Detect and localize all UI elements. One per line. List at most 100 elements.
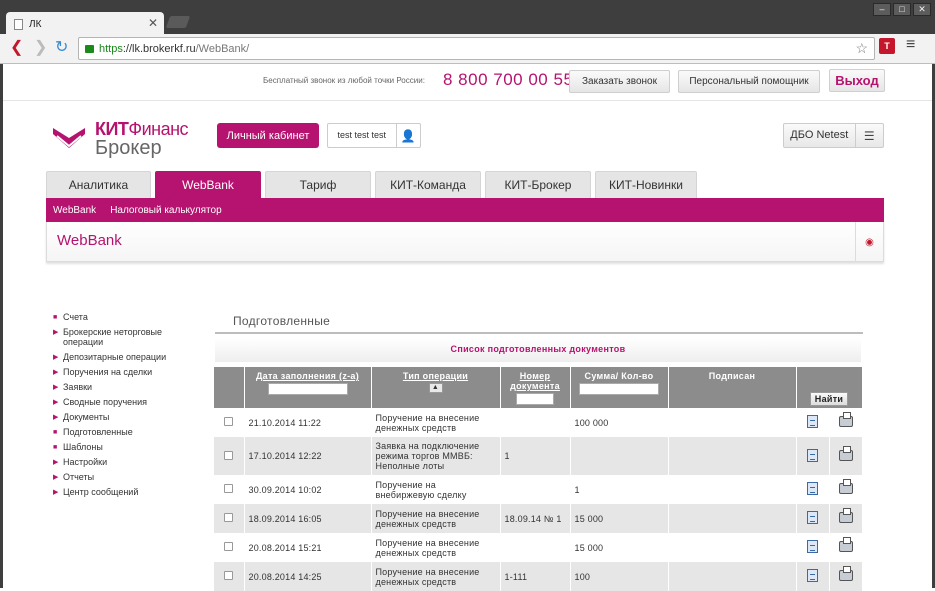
print-icon[interactable] bbox=[838, 537, 853, 552]
back-icon[interactable]: ❮ bbox=[10, 39, 23, 57]
sort-by-date-link[interactable]: Дата заполнения (z-a) bbox=[256, 371, 359, 381]
logout-button[interactable]: Выход bbox=[829, 69, 885, 92]
signed-header-label: Подписан bbox=[708, 371, 756, 381]
sidebar-item-requests[interactable]: ▶ Заявки bbox=[51, 382, 191, 392]
sidebar-item-prepared[interactable]: ■ Подготовленные bbox=[51, 427, 191, 437]
tab-webbank[interactable]: WebBank bbox=[155, 171, 261, 198]
close-window-icon[interactable]: ✕ bbox=[913, 3, 931, 16]
row-checkbox[interactable] bbox=[224, 513, 234, 522]
row-checkbox[interactable] bbox=[224, 542, 234, 551]
logo-icon bbox=[51, 124, 91, 154]
tab-tariff[interactable]: Тариф bbox=[265, 171, 371, 198]
signed-cell bbox=[668, 437, 797, 475]
browser-tab[interactable]: ЛК ✕ bbox=[6, 12, 164, 36]
user-icon[interactable]: 👤 bbox=[397, 129, 420, 143]
table-row[interactable]: 17.10.2014 12:22 Заявка на подключение ре… bbox=[214, 437, 863, 475]
user-box[interactable]: test test test 👤 bbox=[327, 123, 421, 148]
number-cell: 1-111 bbox=[500, 562, 571, 591]
sidebar-item-depository[interactable]: ▶ Депозитарные операции bbox=[51, 352, 191, 362]
print-icon[interactable] bbox=[838, 508, 853, 523]
address-bar[interactable]: https://lk.brokerkf.ru/WebBank/ ☆ bbox=[78, 37, 875, 60]
view-document-icon[interactable] bbox=[807, 482, 818, 495]
row-checkbox[interactable] bbox=[224, 571, 234, 580]
view-document-icon[interactable] bbox=[807, 415, 818, 428]
number-cell: 18.09.14 № 1 bbox=[500, 504, 571, 533]
sort-by-number-link[interactable]: Номер документа bbox=[510, 371, 560, 391]
view-cell bbox=[796, 437, 830, 475]
extension-icon[interactable]: Т bbox=[879, 38, 895, 54]
number-cell bbox=[500, 475, 571, 504]
row-checkbox[interactable] bbox=[224, 417, 234, 426]
sidebar-item-documents[interactable]: ▶ Документы bbox=[51, 412, 191, 422]
lock-icon bbox=[85, 44, 94, 53]
tab-kit-broker[interactable]: КИТ-Брокер bbox=[485, 171, 591, 198]
minimize-icon[interactable]: – bbox=[873, 3, 891, 16]
sort-by-type-link[interactable]: Тип операции bbox=[403, 371, 468, 381]
sort-ascending-icon[interactable]: ▲ bbox=[428, 383, 443, 393]
row-checkbox[interactable] bbox=[224, 484, 234, 493]
tab-analytics[interactable]: Аналитика bbox=[46, 171, 151, 198]
personal-assistant-button[interactable]: Персональный помощник bbox=[678, 70, 820, 93]
browser-menu-icon[interactable]: ≡ bbox=[906, 36, 915, 54]
view-cell bbox=[796, 475, 830, 504]
expand-arrow-icon: ▶ bbox=[53, 329, 59, 336]
close-tab-icon[interactable]: ✕ bbox=[148, 16, 158, 30]
view-document-icon[interactable] bbox=[807, 448, 818, 462]
sidebar-item-settings[interactable]: ▶ Настройки bbox=[51, 457, 191, 467]
date-cell: 18.09.2014 16:05 bbox=[244, 504, 372, 533]
expand-arrow-icon: ▶ bbox=[53, 384, 59, 391]
bookmark-star-icon[interactable]: ☆ bbox=[855, 40, 868, 57]
browser-chrome: ЛК ✕ – □ ✕ ❮ ❯ ↻ https://lk.brokerkf.ru/… bbox=[0, 0, 935, 64]
print-icon[interactable] bbox=[838, 479, 853, 494]
table-row[interactable]: 20.08.2014 15:21 Поручение на внесение де… bbox=[214, 533, 863, 562]
table-row[interactable]: 20.08.2014 14:25 Поручение на внесение де… bbox=[214, 562, 863, 591]
url-host: ://lk.brokerkf.ru bbox=[122, 42, 196, 55]
view-document-icon[interactable] bbox=[807, 511, 818, 524]
expand-arrow-icon: ▶ bbox=[53, 414, 59, 421]
sidebar-item-summary-orders[interactable]: ▶ Сводные поручения bbox=[51, 397, 191, 407]
date-filter-input[interactable] bbox=[267, 383, 348, 395]
sidebar-item-trade-orders[interactable]: ▶ Поручения на сделки bbox=[51, 367, 191, 377]
view-document-icon[interactable] bbox=[807, 540, 818, 553]
order-call-button[interactable]: Заказать звонок bbox=[569, 70, 670, 93]
select-column-header bbox=[214, 367, 245, 408]
tab-kit-news[interactable]: КИТ-Новинки bbox=[595, 171, 697, 198]
date-cell: 21.10.2014 11:22 bbox=[244, 408, 372, 437]
tab-kit-team[interactable]: КИТ-Команда bbox=[375, 171, 481, 198]
dbo-button[interactable]: ДБО Netest ☰ bbox=[783, 123, 884, 148]
signed-cell bbox=[668, 562, 797, 591]
logo[interactable]: КИТФинанс Брокер bbox=[51, 119, 189, 158]
subnav-tax-calculator[interactable]: Налоговый калькулятор bbox=[110, 205, 221, 216]
sidebar-item-message-center[interactable]: ▶ Центр сообщений bbox=[51, 487, 191, 497]
number-column-header: Номер документа bbox=[500, 367, 571, 408]
amount-filter-input[interactable] bbox=[579, 383, 659, 395]
dbo-label: ДБО Netest bbox=[784, 124, 856, 147]
table-row[interactable]: 21.10.2014 11:22 Поручение на внесение де… bbox=[214, 408, 863, 437]
print-icon[interactable] bbox=[838, 566, 853, 581]
signed-cell bbox=[668, 504, 797, 533]
sidebar-item-broker-ops[interactable]: ▶ Брокерские неторговые операции bbox=[51, 327, 191, 347]
sidebar-item-reports[interactable]: ▶ Отчеты bbox=[51, 472, 191, 482]
expand-arrow-icon: ▶ bbox=[53, 459, 59, 466]
table-row[interactable]: 30.09.2014 10:02 Поручение на внебиржевую… bbox=[214, 475, 863, 504]
view-document-icon[interactable] bbox=[807, 569, 818, 582]
print-icon[interactable] bbox=[838, 445, 853, 461]
personal-cabinet-button[interactable]: Личный кабинет bbox=[217, 123, 319, 148]
reload-icon[interactable]: ↻ bbox=[55, 39, 68, 57]
maximize-icon[interactable]: □ bbox=[893, 3, 911, 16]
subnav-webbank[interactable]: WebBank bbox=[53, 205, 96, 216]
row-checkbox[interactable] bbox=[224, 450, 234, 460]
sidebar-item-accounts[interactable]: ■ Счета bbox=[51, 312, 191, 322]
table-row[interactable]: 18.09.2014 16:05 Поручение на внесение де… bbox=[214, 504, 863, 533]
find-button[interactable]: Найти bbox=[809, 392, 849, 406]
new-tab-button[interactable] bbox=[165, 16, 191, 28]
logo-text-finans: Финанс bbox=[128, 119, 189, 139]
help-icon[interactable]: ◉ bbox=[855, 222, 883, 262]
print-icon[interactable] bbox=[838, 412, 853, 427]
forward-icon[interactable]: ❯ bbox=[34, 39, 47, 57]
number-filter-input[interactable] bbox=[516, 393, 554, 405]
type-cell: Поручение на внебиржевую сделку bbox=[371, 475, 501, 504]
list-menu-icon[interactable]: ☰ bbox=[856, 129, 883, 143]
sidebar-item-templates[interactable]: ■ Шаблоны bbox=[51, 442, 191, 452]
view-cell bbox=[796, 562, 830, 591]
